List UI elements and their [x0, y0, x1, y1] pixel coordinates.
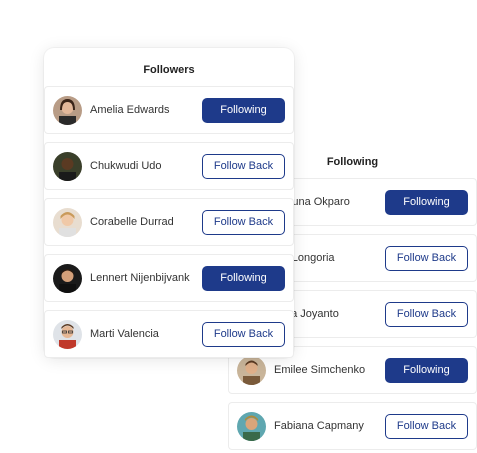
avatar	[53, 264, 82, 293]
follower-row-name: Corabelle Durrad	[90, 216, 174, 228]
follow-back-button[interactable]: Follow Back	[202, 321, 285, 347]
follower-row: Amelia Edwards Following	[44, 86, 294, 134]
following-button[interactable]: Following	[202, 97, 285, 123]
follow-back-button[interactable]: Follow Back	[385, 413, 468, 439]
avatar	[237, 412, 266, 441]
follower-row: Lennert Nijenbijvank Following	[44, 254, 294, 302]
follower-row: Marti Valencia Follow Back	[44, 310, 294, 358]
avatar	[53, 208, 82, 237]
follower-row-name: Amelia Edwards	[90, 104, 170, 116]
avatar	[237, 356, 266, 385]
avatar	[53, 96, 82, 125]
stage: Following mefuna Okparo Following ela Lo…	[0, 0, 477, 453]
following-row: Fabiana Capmany Follow Back	[228, 402, 477, 450]
following-button[interactable]: Following	[202, 265, 285, 291]
follower-row-name: Lennert Nijenbijvank	[90, 272, 190, 284]
following-row-name: Fabiana Capmany	[274, 420, 364, 432]
follow-back-button[interactable]: Follow Back	[202, 209, 285, 235]
avatar	[53, 152, 82, 181]
follow-back-button[interactable]: Follow Back	[385, 301, 468, 327]
followers-panel-title: Followers	[143, 64, 195, 76]
follower-row: Chukwudi Udo Follow Back	[44, 142, 294, 190]
follower-row: Corabelle Durrad Follow Back	[44, 198, 294, 246]
following-row-name: Emilee Simchenko	[274, 364, 366, 376]
follower-row-name: Marti Valencia	[90, 328, 159, 340]
avatar	[53, 320, 82, 349]
following-button[interactable]: Following	[385, 189, 468, 215]
followers-panel: Followers Amelia Edwards Following Chukw…	[44, 48, 294, 358]
following-button[interactable]: Following	[385, 357, 468, 383]
follower-row-name: Chukwudi Udo	[90, 160, 162, 172]
follow-back-button[interactable]: Follow Back	[202, 153, 285, 179]
follow-back-button[interactable]: Follow Back	[385, 245, 468, 271]
